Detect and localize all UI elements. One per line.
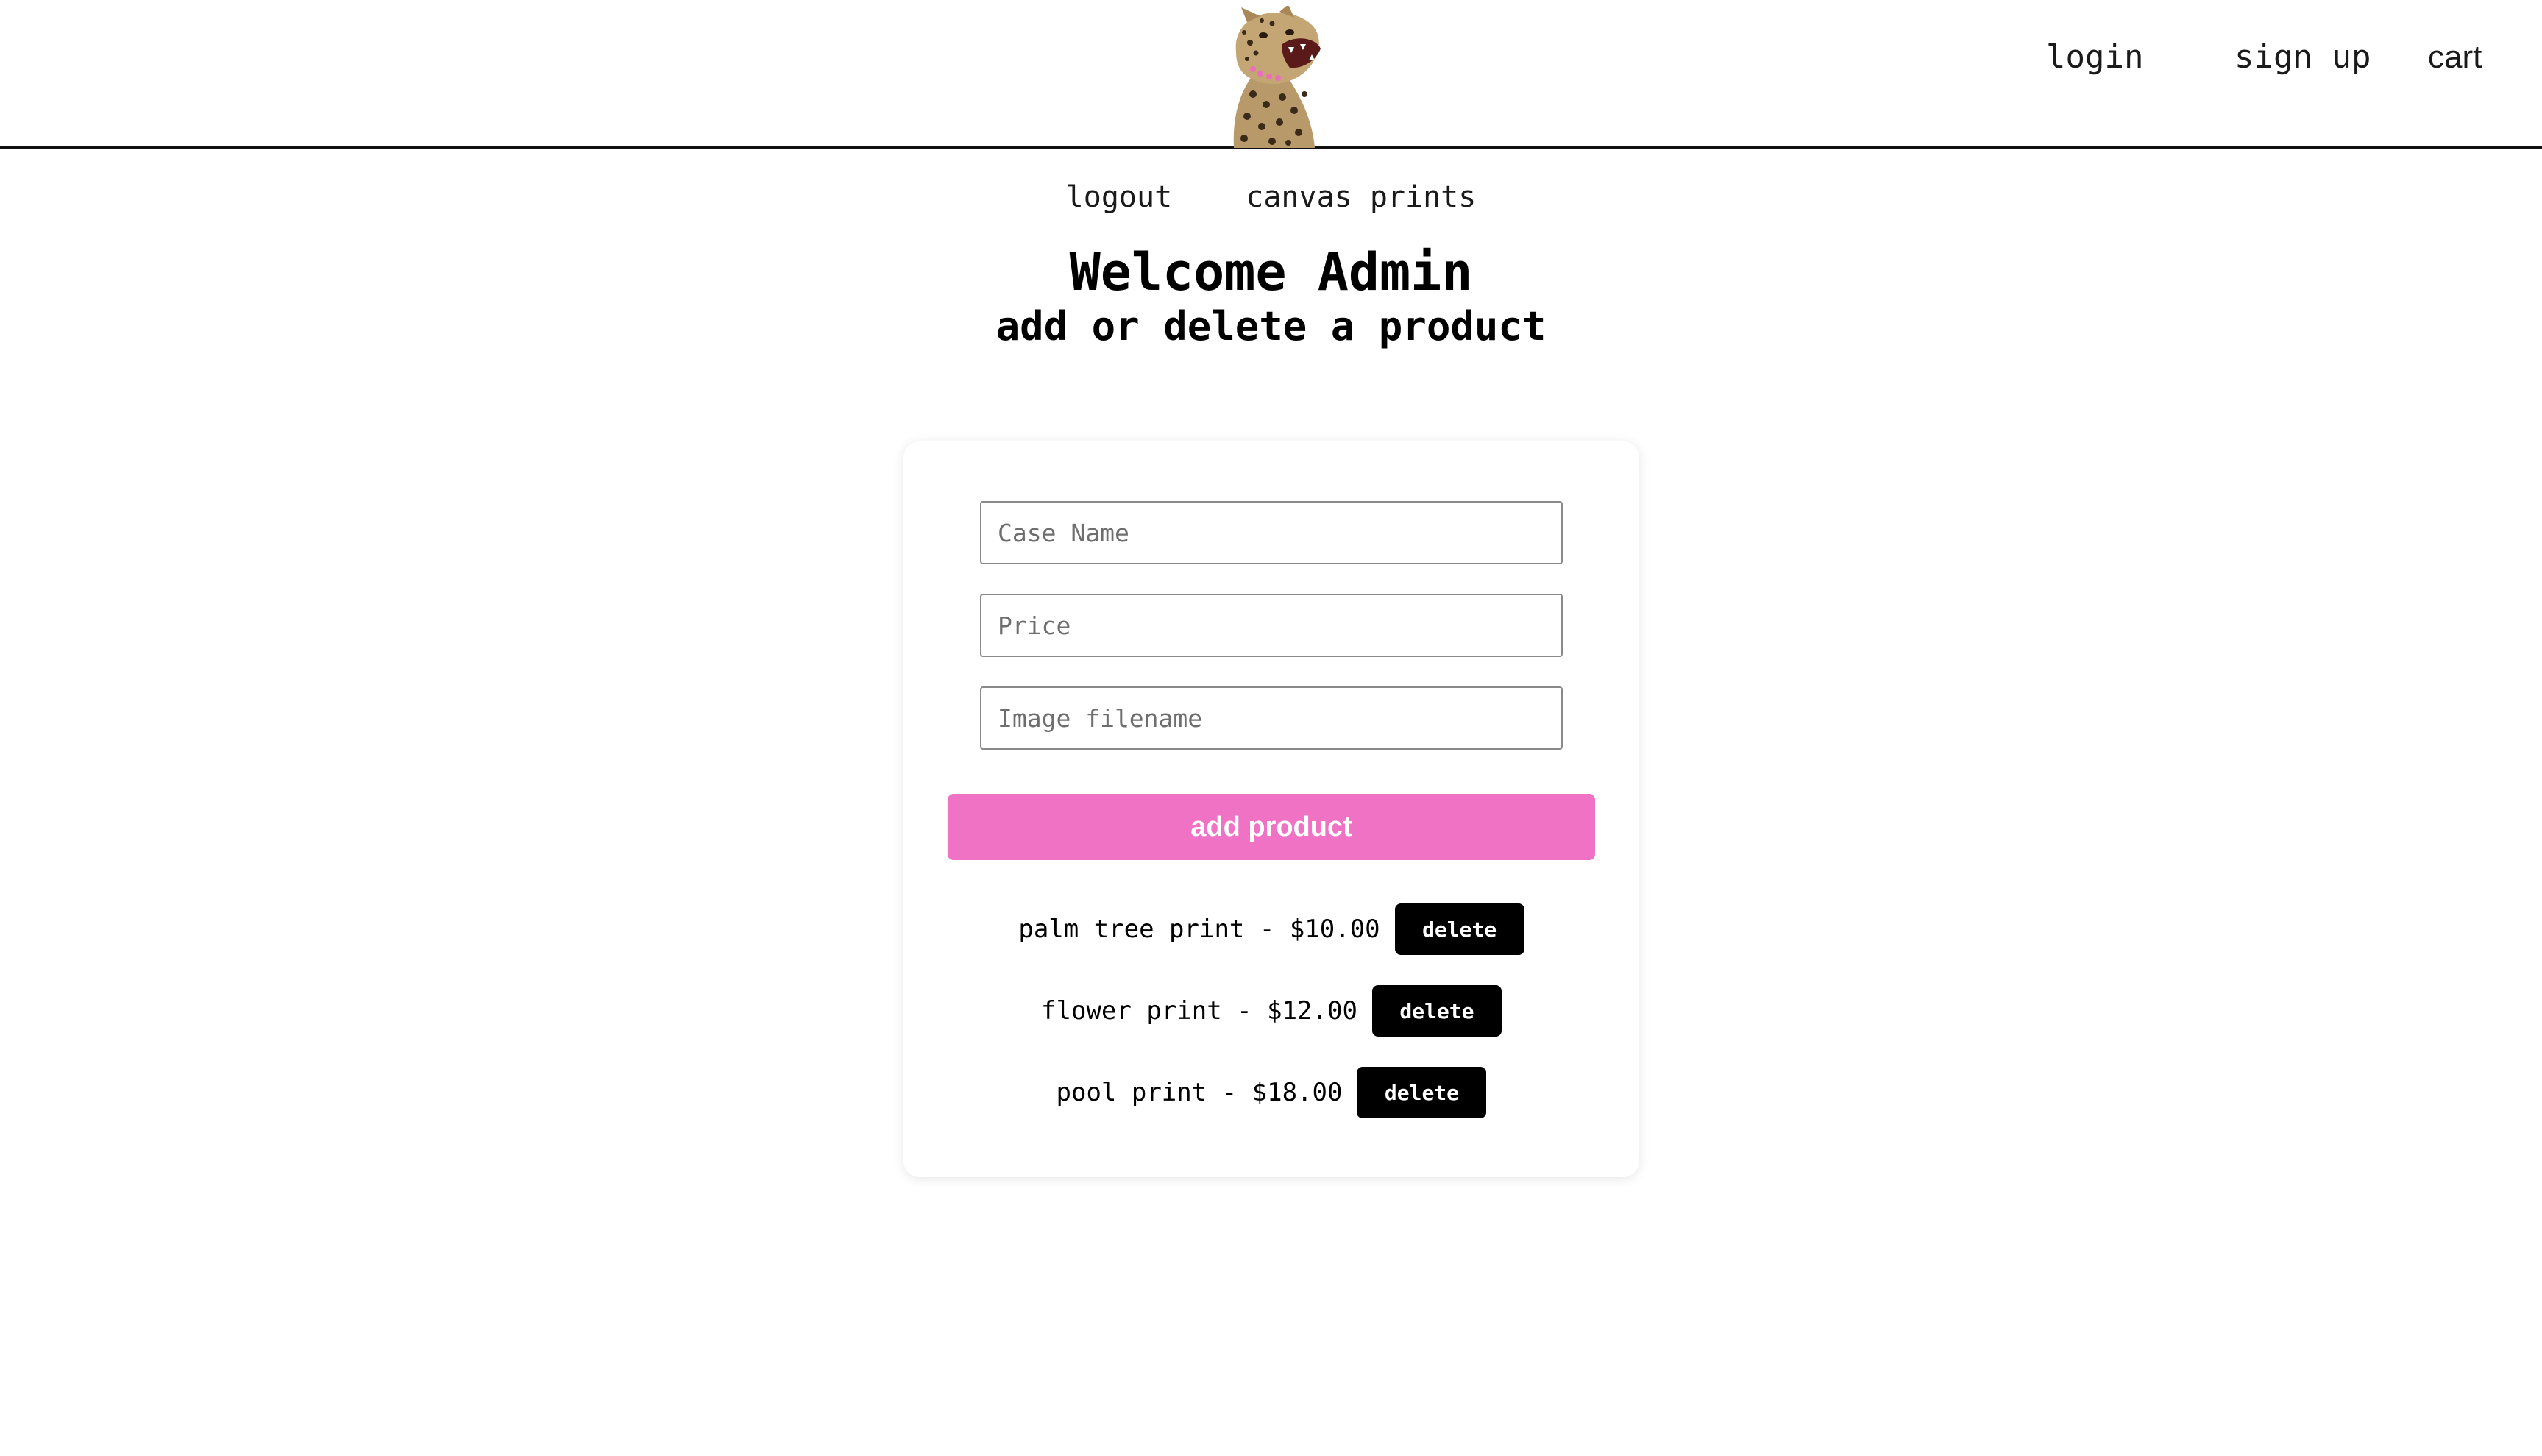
image-filename-input[interactable] [980,686,1563,750]
canvas-prints-link[interactable]: canvas prints [1246,180,1476,214]
product-label: flower print - $12.00 [1041,996,1357,1026]
product-row: pool print - $18.00 delete [903,1067,1639,1118]
product-row: palm tree print - $10.00 delete [903,903,1639,955]
logout-link[interactable]: logout [1066,180,1173,214]
price-input[interactable] [980,594,1563,657]
product-list: palm tree print - $10.00 delete flower p… [903,903,1639,1148]
delete-product-button[interactable]: delete [1357,1067,1487,1118]
product-name: pool print [1056,1078,1207,1107]
product-price: $18.00 [1252,1078,1343,1107]
sub-nav: logout canvas prints [0,180,2542,215]
product-price: $12.00 [1267,996,1357,1026]
delete-product-button[interactable]: delete [1371,985,1502,1037]
product-price: $10.00 [1289,915,1380,944]
cart-link[interactable]: cart [2428,38,2482,77]
leopard-logo-icon[interactable] [1218,4,1328,148]
admin-product-card: add product palm tree print - $10.00 del… [903,441,1639,1177]
site-header: login sign up cart [0,0,2542,149]
delete-product-button[interactable]: delete [1394,903,1524,955]
product-name: flower print [1041,996,1222,1026]
page-subtitle: add or delete a product [995,303,1547,349]
product-label: palm tree print - $10.00 [1018,915,1380,944]
add-product-button[interactable]: add product [948,794,1595,860]
login-link[interactable]: login [2046,38,2143,77]
case-name-input[interactable] [980,501,1563,564]
product-name: palm tree print [1018,915,1245,944]
product-row: flower print - $12.00 delete [903,985,1639,1037]
signup-link[interactable]: sign up [2234,38,2371,77]
product-label: pool print - $18.00 [1056,1078,1343,1107]
page-title: Welcome Admin [1069,242,1473,302]
